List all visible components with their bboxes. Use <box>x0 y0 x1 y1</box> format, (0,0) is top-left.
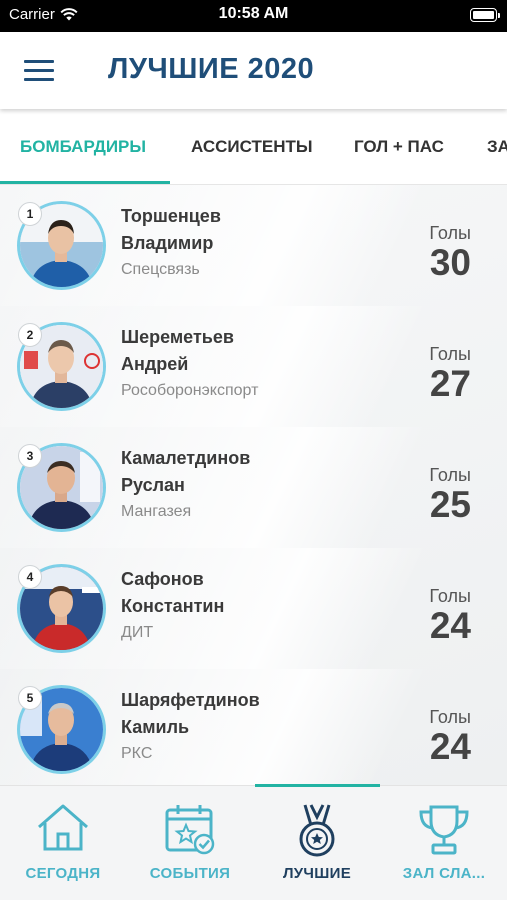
player-team: Мангазея <box>121 503 192 520</box>
list-item[interactable]: 5 Шаряфетдинов Камиль РКС Голы 24 <box>0 669 507 785</box>
stat-label: Голы <box>429 465 471 485</box>
rank-badge: 1 <box>18 202 42 226</box>
rank-badge: 3 <box>18 444 42 468</box>
medal-icon <box>299 804 335 857</box>
nav-label: СОБЫТИЯ <box>149 865 231 882</box>
stat-value: 24 <box>429 605 471 646</box>
nav-hall-of-fame[interactable]: ЗАЛ СЛА... <box>381 786 507 900</box>
player-surname: Шаряфетдинов <box>121 690 260 710</box>
stat-value: 27 <box>429 363 471 404</box>
player-name: Шаряфетдинов Камиль <box>121 687 260 741</box>
stat-value: 25 <box>429 484 471 525</box>
player-surname: Торшенцев <box>121 206 221 226</box>
tab-scorers[interactable]: БОМБАРДИРЫ <box>20 137 146 157</box>
player-given-name: Камиль <box>121 717 190 737</box>
player-given-name: Владимир <box>121 233 214 253</box>
app-header: ЛУЧШИЕ 2020 <box>0 32 507 109</box>
player-surname: Сафонов <box>121 569 204 589</box>
stat-label: Голы <box>429 223 471 243</box>
player-name: Торшенцев Владимир <box>121 203 221 257</box>
nav-label: СЕГОДНЯ <box>25 865 101 882</box>
player-team: ДИТ <box>121 624 154 641</box>
tab-goal-plus-pass[interactable]: ГОЛ + ПАС <box>354 137 444 157</box>
rank-badge: 5 <box>18 686 42 710</box>
player-given-name: Андрей <box>121 354 189 374</box>
list-item[interactable]: 2 Шереметьев Андрей Рособоронэкспорт Гол… <box>0 306 507 427</box>
stat-value: 30 <box>429 242 471 283</box>
stat-value: 24 <box>429 726 471 767</box>
list-item[interactable]: 3 Камалетдинов Руслан Мангазея Голы 25 <box>0 427 507 548</box>
page-title: ЛУЧШИЕ 2020 <box>108 53 315 85</box>
player-name: Сафонов Константин <box>121 566 224 620</box>
list-item[interactable]: 4 Сафонов Константин ДИТ Голы 24 <box>0 548 507 669</box>
nav-label: ЗАЛ СЛА... <box>402 865 486 882</box>
player-team: Спецсвязь <box>121 261 200 278</box>
trophy-icon <box>419 805 469 855</box>
player-list[interactable]: 1 Торшенцев Владимир Спецсвязь Голы 30 2 <box>0 185 507 785</box>
player-name: Шереметьев Андрей <box>121 324 234 378</box>
calendar-star-icon <box>165 805 215 855</box>
nav-best[interactable]: ЛУЧШИЕ <box>254 786 380 900</box>
status-bar: Carrier 10:58 AM <box>0 0 507 32</box>
player-surname: Шереметьев <box>121 327 234 347</box>
category-tabs: БОМБАРДИРЫ АССИСТЕНТЫ ГОЛ + ПАС ЗА <box>0 109 507 185</box>
player-team: Рособоронэкспорт <box>121 382 259 399</box>
nav-today[interactable]: СЕГОДНЯ <box>0 786 126 900</box>
player-given-name: Константин <box>121 596 225 616</box>
rank-badge: 2 <box>18 323 42 347</box>
rank-badge: 4 <box>18 565 42 589</box>
active-tab-indicator <box>0 181 170 184</box>
battery-icon <box>470 8 500 22</box>
clock: 10:58 AM <box>218 5 289 22</box>
hamburger-menu-button[interactable] <box>24 58 54 84</box>
player-given-name: Руслан <box>121 475 185 495</box>
list-item[interactable]: 1 Торшенцев Владимир Спецсвязь Голы 30 <box>0 185 507 306</box>
stat-label: Голы <box>429 586 471 606</box>
stat-label: Голы <box>429 344 471 364</box>
bottom-tab-bar: СЕГОДНЯ СОБЫТИЯ ЛУЧШИЕ ЗАЛ СЛА... <box>0 784 507 900</box>
player-surname: Камалетдинов <box>121 448 251 468</box>
home-icon <box>38 804 88 851</box>
tab-assistants[interactable]: АССИСТЕНТЫ <box>191 137 313 157</box>
tab-more[interactable]: ЗА <box>487 137 507 157</box>
player-name: Камалетдинов Руслан <box>121 445 250 499</box>
stat-label: Голы <box>429 707 471 727</box>
nav-events[interactable]: СОБЫТИЯ <box>127 786 253 900</box>
player-team: РКС <box>121 745 153 762</box>
nav-label: ЛУЧШИЕ <box>282 865 352 882</box>
